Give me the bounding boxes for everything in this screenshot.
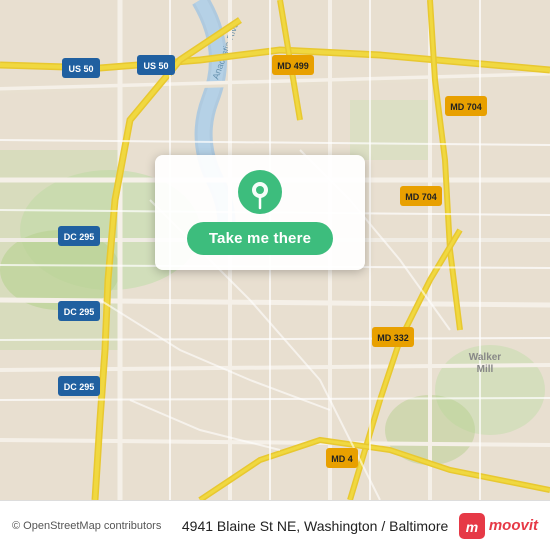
moovit-text: moovit: [489, 517, 538, 534]
address-text: 4941 Blaine St NE, Washington / Baltimor…: [171, 518, 458, 534]
svg-text:m: m: [466, 519, 478, 535]
copyright-text: © OpenStreetMap contributors: [12, 520, 161, 532]
moovit-logo: m moovit: [459, 513, 538, 539]
svg-text:Walker: Walker: [469, 352, 502, 363]
svg-text:MD 4: MD 4: [331, 454, 353, 464]
popup-card: Take me there: [155, 155, 365, 270]
location-pin-icon: [238, 170, 282, 214]
moovit-icon: m: [459, 513, 485, 539]
svg-text:US 50: US 50: [68, 64, 93, 74]
svg-text:MD 499: MD 499: [277, 61, 309, 71]
bottom-bar: © OpenStreetMap contributors 4941 Blaine…: [0, 500, 550, 550]
svg-text:DC 295: DC 295: [64, 232, 95, 242]
svg-text:MD 704: MD 704: [450, 102, 482, 112]
svg-text:DC 295: DC 295: [64, 382, 95, 392]
svg-text:MD 704: MD 704: [405, 192, 437, 202]
svg-text:Mill: Mill: [477, 364, 494, 375]
svg-text:US 50: US 50: [143, 61, 168, 71]
svg-text:MD 332: MD 332: [377, 333, 409, 343]
take-me-there-button[interactable]: Take me there: [187, 222, 333, 255]
map-container: Anacostia River: [0, 0, 550, 500]
svg-text:DC 295: DC 295: [64, 307, 95, 317]
